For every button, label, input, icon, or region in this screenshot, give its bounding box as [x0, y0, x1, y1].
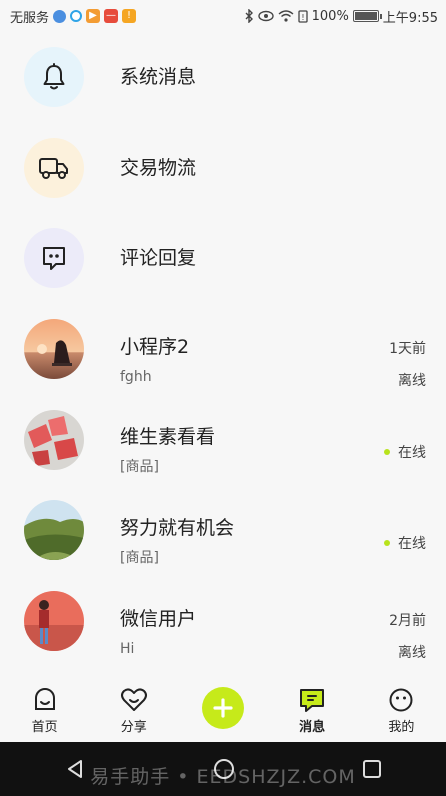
- chat-preview: [商品]: [120, 549, 159, 566]
- battery-icon: [352, 10, 382, 22]
- message-bubble-icon: [300, 689, 325, 712]
- status-text: 在线: [398, 535, 426, 552]
- status-bar: 无服务 ▶ — ! ! 100% 上午9:55: [0, 0, 446, 32]
- chat-status: 在线: [384, 533, 426, 553]
- video-notification-icon: ▶: [86, 9, 101, 23]
- chat-status: 离线: [398, 642, 426, 662]
- tab-share[interactable]: 分享: [99, 687, 169, 735]
- svg-text:!: !: [301, 13, 304, 22]
- chat-status: 离线: [398, 370, 426, 390]
- tab-messages[interactable]: 消息: [277, 687, 347, 735]
- landscape-avatar-image: [24, 500, 84, 561]
- comment-reply-row[interactable]: 评论回复: [0, 213, 446, 304]
- sim-icon: !: [297, 9, 308, 23]
- app-orange-notification-icon: !: [122, 9, 137, 23]
- chat-time: 1天前: [389, 340, 426, 357]
- eye-icon: [257, 10, 274, 22]
- chat-row[interactable]: 微信用户 Hi 2月前 离线: [0, 576, 446, 667]
- comment-icon: [43, 247, 65, 271]
- trade-logistics-title: 交易物流: [120, 156, 197, 179]
- tab-home[interactable]: 首页: [10, 687, 80, 735]
- tab-mine[interactable]: 我的: [366, 687, 436, 735]
- chat-row[interactable]: 小程序2 fghh 1天前 离线: [0, 304, 446, 395]
- status-right: ! 100% 上午9:55: [244, 7, 438, 26]
- tab-home-label: 首页: [31, 720, 58, 735]
- person-avatar-image: [24, 590, 84, 651]
- comment-reply-avatar: [24, 228, 84, 289]
- publish-button[interactable]: [201, 687, 244, 729]
- carrier-text: 无服务: [10, 10, 50, 26]
- tab-messages-label: 消息: [299, 720, 326, 735]
- plus-icon: [213, 698, 233, 718]
- avatar: [24, 409, 84, 470]
- chat-status: 在线: [384, 442, 426, 462]
- search-notification-icon: [70, 10, 83, 22]
- clock-time: 上午9:55: [382, 10, 438, 26]
- battery-percent: 100%: [311, 8, 349, 24]
- bluetooth-icon: [245, 9, 253, 23]
- chat-row[interactable]: 维生素看看 [商品] 在线: [0, 394, 446, 485]
- app-red-notification-icon: —: [104, 9, 119, 23]
- avatar: [24, 500, 84, 561]
- chat-preview: fghh: [120, 368, 152, 385]
- status-text: 离线: [398, 372, 426, 389]
- chat-preview: Hi: [120, 640, 135, 657]
- fruit-avatar-image: [24, 409, 84, 470]
- chat-name: 努力就有机会: [120, 516, 235, 539]
- bell-icon: [43, 63, 65, 90]
- status-text: 在线: [398, 445, 426, 462]
- bottom-tab-bar: 首页 分享 消息 我的: [0, 680, 446, 742]
- message-list: 系统消息 交易物流 评论回复 小程序2 fghh 1天前 离线 维生素看看 [商…: [0, 32, 446, 666]
- app-notification-icon: [53, 9, 67, 23]
- profile-face-icon: [389, 688, 413, 712]
- chat-preview: [商品]: [120, 459, 159, 476]
- comment-reply-title: 评论回复: [120, 247, 197, 270]
- system-messages-row[interactable]: 系统消息: [0, 32, 446, 123]
- heart-icon: [120, 688, 147, 711]
- chat-time: 2月前: [389, 612, 426, 629]
- tab-publish[interactable]: [188, 687, 258, 735]
- trade-logistics-row[interactable]: 交易物流: [0, 123, 446, 214]
- chat-name: 小程序2: [120, 335, 190, 358]
- status-left: 无服务 ▶ — !: [10, 7, 137, 26]
- chat-row[interactable]: 努力就有机会 [商品] 在线: [0, 485, 446, 576]
- tab-share-label: 分享: [120, 720, 147, 735]
- avatar: [24, 319, 84, 380]
- home-face-icon: [34, 687, 55, 710]
- trade-logistics-avatar: [24, 137, 84, 198]
- avatar: [24, 590, 84, 651]
- system-messages-title: 系统消息: [120, 66, 197, 88]
- online-dot-icon: [384, 539, 390, 546]
- online-dot-icon: [384, 449, 390, 456]
- chat-name: 维生素看看: [120, 426, 216, 449]
- watermark-text: 易手助手 • EEDSHZJZ.COM: [90, 766, 356, 788]
- sunset-avatar-image: [24, 319, 84, 380]
- truck-icon: [39, 157, 68, 179]
- wifi-icon: [278, 10, 294, 22]
- system-messages-avatar: [24, 47, 84, 108]
- chat-name: 微信用户: [120, 607, 197, 630]
- tab-mine-label: 我的: [388, 720, 415, 735]
- status-text: 离线: [398, 644, 426, 661]
